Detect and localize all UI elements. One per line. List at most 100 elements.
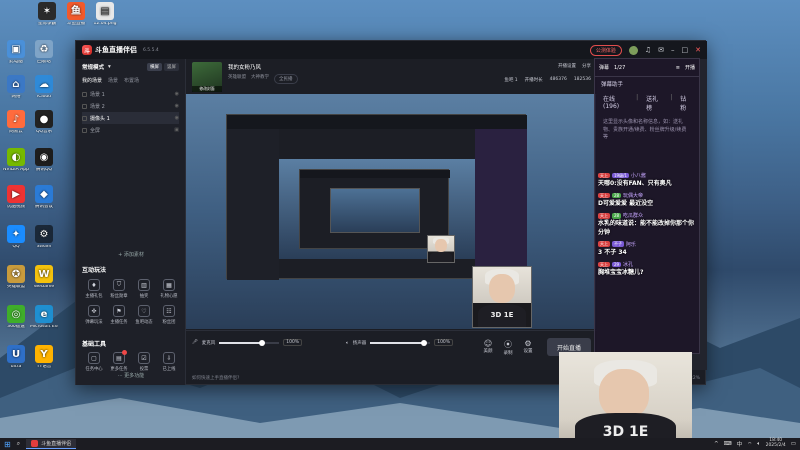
portrait-pill[interactable]: 竖屏	[164, 63, 179, 71]
list-item[interactable]: 全屏 ▣	[82, 124, 179, 136]
danmu-tab[interactable]: 弹幕	[599, 64, 609, 71]
list-item[interactable]: 天上 不子 阿乐 3 不子 34	[598, 241, 696, 257]
desktop-icon-recycle[interactable]: ♻ 回收站	[30, 40, 58, 65]
desktop-icon-network[interactable]: ⌂ 网络	[2, 75, 30, 100]
list-item[interactable]: 天上 28 玩偶大帝 D可爱爱爱 最近没空	[598, 192, 696, 208]
tool-gift-wish[interactable]: ▦ 礼物心愿	[157, 279, 181, 299]
maximize-button[interactable]: □	[682, 46, 689, 54]
desktop-icon-this-pc[interactable]: ▣ 此电脑	[2, 40, 30, 65]
tab-online[interactable]: 在线(196)	[603, 94, 628, 112]
tool-online[interactable]: ⇩ 已上线	[157, 352, 181, 372]
tool-streamer-pack[interactable]: ♦ 主播礼包	[82, 279, 106, 299]
record-button[interactable]: ⦿ 录制	[500, 339, 516, 356]
sub-category[interactable]: 大神教学	[251, 74, 269, 84]
list-item[interactable]: 场景 1 ◉	[82, 88, 179, 100]
notification-icon[interactable]: ▭	[791, 441, 796, 447]
tool-streamer-task[interactable]: ⚑ 主播任务	[107, 305, 131, 325]
settings-link[interactable]: 开播设置	[558, 63, 576, 69]
desktop-icon-youku[interactable]: ▶ 优酷视频	[2, 185, 30, 210]
search-icon[interactable]: ⌕	[17, 440, 20, 448]
desktop-icon-steam[interactable]: ⚙ Steam	[30, 225, 58, 250]
tab-scenes[interactable]: 场景	[108, 77, 118, 84]
menu-icon[interactable]: ≡	[676, 65, 680, 71]
desktop-icon-qq2[interactable]: ✦ QQ	[2, 225, 30, 250]
share-link[interactable]: 分享	[582, 63, 591, 69]
checkbox[interactable]	[82, 115, 87, 121]
tool-more-tasks[interactable]: ▤ 更多任务	[107, 350, 131, 372]
list-item[interactable]: 天上 19级/1 小八酱 天哪0:没有FAN、只有奥凡	[598, 172, 696, 188]
mode-select[interactable]: 常规模式	[82, 63, 104, 71]
speaker-volume-knob[interactable]	[421, 339, 428, 346]
desktop-icon-icloud[interactable]: ☁ iCloud	[30, 75, 58, 100]
more-functions-button[interactable]: ··· 更多功能	[76, 372, 186, 379]
desktop-icon-netease[interactable]: ♪ 网易云	[2, 110, 30, 135]
tool-vote[interactable]: ☑ 投票	[132, 352, 156, 372]
windows-start-icon[interactable]: ⊞	[4, 440, 11, 449]
category[interactable]: 英雄联盟	[228, 74, 246, 84]
desktop-icon-ultra[interactable]: Uultra	[2, 345, 30, 370]
checkbox[interactable]	[82, 103, 87, 109]
speaker-volume-slider[interactable]	[370, 339, 431, 346]
room-title[interactable]: 我的女粉乃风	[228, 63, 261, 71]
tab-layout[interactable]: 布置场	[124, 77, 139, 84]
mic-volume-slider[interactable]	[219, 339, 280, 346]
eye-icon[interactable]: ◉	[175, 103, 179, 109]
wifi-icon[interactable]: ⌔	[747, 441, 752, 448]
tab-diamond-fans[interactable]: 钻粉	[680, 94, 691, 112]
tool-danmu-game[interactable]: ✜ 弹幕玩法	[82, 305, 106, 325]
desktop-icon-yy[interactable]: Y YY语音	[30, 345, 58, 370]
tool-fish-bar[interactable]: ♡ 鱼吧动态	[132, 305, 156, 325]
gift-icon[interactable]: ✉	[658, 46, 664, 54]
desktop-icon-wegame[interactable]: W WeGame	[30, 265, 58, 290]
tool-lottery[interactable]: ▥ 抽奖	[132, 279, 156, 299]
desktop-icon-360[interactable]: ◎ 360极速	[2, 305, 30, 330]
list-item[interactable]: 摄像头 1 ◉	[82, 112, 179, 124]
checkbox[interactable]	[82, 91, 87, 97]
landscape-pill[interactable]: 横屏	[147, 63, 162, 71]
speaker-icon[interactable]: 🔈︎	[346, 340, 349, 346]
tray-expand-icon[interactable]: ^	[714, 441, 719, 447]
desktop-icon-douyu[interactable]: 鱼斗鱼直播	[62, 2, 90, 27]
desktop-icon-edge[interactable]: eMicrosoft Edge	[30, 305, 58, 330]
beauty-button[interactable]: ☺ 美颜	[480, 339, 496, 354]
add-source-button[interactable]: + 添加素材	[76, 251, 186, 258]
clock[interactable]: 18:40 2025/2/4	[766, 438, 786, 449]
tab-gift-rank[interactable]: 送礼榜	[646, 94, 662, 112]
minimize-button[interactable]: –	[671, 46, 675, 54]
fans-chip[interactable]: 全民播	[274, 74, 298, 84]
tool-fan-group[interactable]: ☷ 粉丝团	[157, 305, 181, 325]
desktop-icon-meeting[interactable]: ◆ 腾讯会议	[30, 185, 58, 210]
list-item[interactable]: 天上 28 吃瓜群众 水乳的味道说：能不能改掉你那个你分钟	[598, 212, 696, 236]
settings-button[interactable]: ⚙ 设置	[520, 339, 536, 354]
desktop-icon-qq[interactable]: ◉ 腾讯QQ	[30, 148, 58, 173]
beta-button[interactable]: 公测体验	[589, 44, 622, 56]
checkbox[interactable]	[82, 127, 87, 133]
keyboard-icon[interactable]: ⌨	[724, 441, 732, 447]
eye-icon[interactable]: ◉	[175, 115, 179, 121]
tab-my-scenes[interactable]: 我的场景	[82, 77, 102, 84]
close-button[interactable]: ✕	[695, 46, 701, 54]
live-toggle[interactable]: 开播	[685, 64, 695, 71]
edit-cover-label[interactable]: 修改封面	[192, 86, 222, 92]
headset-icon[interactable]: ♫	[645, 46, 651, 54]
tool-fan-medal[interactable]: ⛉ 粉丝勋章	[107, 279, 131, 299]
help-link[interactable]: 如何快速上手直播伴侣?	[192, 375, 239, 381]
list-item[interactable]: 场景 2 ◉	[82, 100, 179, 112]
desktop-icon-qqmusic[interactable]: ● QQ音乐	[30, 110, 58, 135]
list-item[interactable]: 天上 29 冰孔 胸堆宝宝冰糖儿?	[598, 261, 696, 277]
chevron-down-icon[interactable]: ▾	[108, 64, 111, 70]
taskbar-app-douyu[interactable]: 斗鱼直播伴侣	[26, 439, 77, 449]
volume-icon[interactable]: 🔈︎	[757, 441, 760, 448]
desktop-icon-lol[interactable]: ✪ 英雄联盟	[2, 265, 30, 290]
desktop-icon-png[interactable]: ▤ 12.04.png	[91, 2, 119, 27]
mic-volume-knob[interactable]	[259, 339, 266, 346]
lock-icon[interactable]: ▣	[174, 127, 179, 133]
avatar[interactable]	[628, 45, 638, 55]
eye-icon[interactable]: ◉	[175, 91, 179, 97]
microphone-icon[interactable]: 🎤︎	[192, 340, 198, 345]
live-preview[interactable]: 3D 1E	[186, 94, 596, 329]
ime-indicator[interactable]: 中	[737, 440, 743, 448]
tool-task-center[interactable]: ▢ 任务中心	[82, 352, 106, 372]
desktop-icon-nvidia[interactable]: ◐ NVIDIA App	[2, 148, 30, 173]
desktop-icon-starcraft[interactable]: ✶ 星际争霸	[33, 2, 61, 27]
